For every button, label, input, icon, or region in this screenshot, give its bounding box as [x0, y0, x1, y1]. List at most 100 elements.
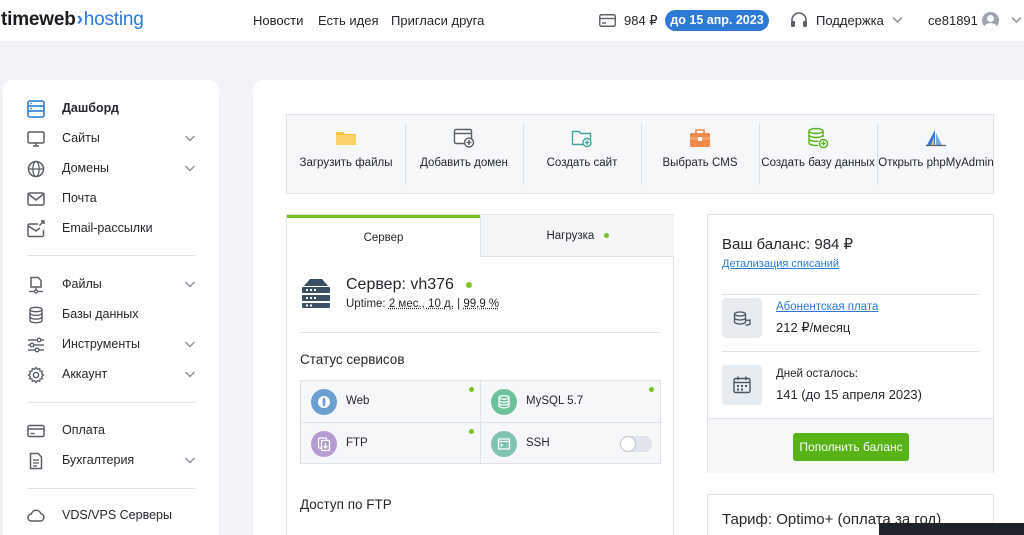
monitor-icon: [27, 131, 45, 147]
quick-actions-bar: Загрузить файлы Добавить домен Создать с…: [286, 114, 994, 194]
mail-send-icon: [27, 220, 45, 238]
dashboard-icon: [27, 100, 45, 118]
due-date-badge[interactable]: до 15 апр. 2023: [665, 10, 769, 31]
quick-action-label: Создать базу данных: [761, 157, 875, 169]
chevron-down-icon[interactable]: [184, 338, 196, 350]
balance-footer: Пополнить баланс: [708, 418, 993, 473]
sidebar-item-label: Бухгалтерия: [62, 453, 135, 467]
service-web[interactable]: Web: [301, 381, 481, 422]
days-left-value: 141 (до 15 апреля 2023): [776, 387, 922, 402]
nav-invite[interactable]: Пригласи друга: [391, 13, 484, 28]
status-dot: [603, 233, 609, 239]
balance-title: Ваш баланс: 984 ₽: [722, 236, 854, 253]
service-label: Web: [346, 395, 370, 407]
charges-details-link[interactable]: Детализация списаний: [722, 258, 839, 270]
service-ssh[interactable]: SSH: [481, 423, 661, 464]
sidebar-item-databases[interactable]: Базы данных: [3, 302, 219, 328]
sidebar-item-vds-vps[interactable]: VDS/VPS Серверы: [3, 503, 219, 529]
card-icon: [27, 424, 45, 438]
sidebar-item-email-campaigns[interactable]: Email-рассылки: [3, 216, 219, 242]
uptime-percent: 99,9 %: [463, 298, 500, 310]
uptime-value: 2 мес., 10 д.: [388, 298, 454, 310]
tab-load[interactable]: Нагрузка: [480, 215, 674, 257]
header-balance[interactable]: 984 ₽: [624, 13, 658, 29]
logo-part2: hosting: [83, 9, 144, 30]
sidebar-item-label: Почта: [62, 191, 97, 205]
coins-icon: [722, 298, 762, 338]
logo[interactable]: timeweb›hosting: [1, 9, 144, 31]
sidebar-item-payment[interactable]: Оплата: [3, 418, 219, 444]
nav-idea[interactable]: Есть идея: [318, 13, 378, 28]
ssh-toggle[interactable]: [620, 436, 652, 452]
sidebar: Дашборд Сайты Домены Почта Email-рассылк…: [3, 80, 219, 535]
sidebar-item-label: Аккаунт: [62, 367, 108, 381]
sidebar-divider: [27, 488, 195, 489]
service-ftp[interactable]: FTP: [301, 423, 481, 464]
tab-server[interactable]: Сервер: [287, 215, 480, 257]
top-up-balance-button[interactable]: Пополнить баланс: [793, 433, 909, 461]
chevron-down-icon[interactable]: [184, 278, 196, 290]
quick-action-create-database[interactable]: Создать базу данных: [759, 115, 877, 193]
user-login[interactable]: ce81891: [928, 13, 978, 28]
terminal-icon: [491, 431, 517, 457]
quick-action-choose-cms[interactable]: Выбрать CMS: [641, 115, 759, 193]
sidebar-item-mail[interactable]: Почта: [3, 186, 219, 212]
uptime-separator: |: [457, 298, 461, 310]
logo-part1: timeweb: [1, 9, 76, 30]
subscription-fee-link[interactable]: Абонентская плата: [776, 301, 878, 313]
support-chevron-down-icon[interactable]: [892, 16, 903, 24]
sidebar-divider: [27, 255, 195, 256]
chevron-down-icon[interactable]: [184, 162, 196, 174]
sliders-icon: [28, 337, 44, 353]
quick-action-create-site[interactable]: Создать сайт: [523, 115, 641, 193]
top-header: timeweb›hosting Новости Есть идея Пригла…: [0, 0, 1024, 41]
chevron-down-icon[interactable]: [184, 368, 196, 380]
status-dot: [466, 281, 473, 288]
services-grid: Web MySQL 5.7 FTP SSH: [300, 380, 661, 464]
gear-icon: [27, 366, 45, 384]
nav-news[interactable]: Новости: [253, 13, 303, 28]
sidebar-item-domains[interactable]: Домены: [3, 156, 219, 182]
globe-icon: [27, 160, 45, 178]
wallet-icon: [599, 14, 616, 27]
tab-load-label: Нагрузка: [546, 230, 595, 242]
add-domain-icon: [453, 128, 475, 148]
user-chevron-down-icon[interactable]: [1011, 16, 1022, 24]
service-mysql[interactable]: MySQL 5.7: [481, 381, 661, 422]
quick-action-label: Выбрать CMS: [662, 157, 738, 169]
web-icon: [311, 389, 337, 415]
sidebar-item-label: Сайты: [62, 131, 100, 145]
server-rack-icon: [302, 279, 330, 308]
sidebar-item-tools[interactable]: Инструменты: [3, 332, 219, 358]
support-menu[interactable]: Поддержка: [816, 13, 884, 28]
sidebar-item-account[interactable]: Аккаунт: [3, 362, 219, 388]
quick-action-upload-files[interactable]: Загрузить файлы: [287, 115, 405, 193]
sidebar-item-label: Домены: [62, 161, 109, 175]
chevron-down-icon[interactable]: [184, 454, 196, 466]
headset-icon: [791, 12, 807, 27]
sidebar-item-label: Инструменты: [62, 337, 140, 351]
add-folder-icon: [571, 130, 592, 148]
sidebar-item-sites[interactable]: Сайты: [3, 126, 219, 152]
divider: [722, 294, 980, 295]
quick-action-add-domain[interactable]: Добавить домен: [405, 115, 523, 193]
cloud-icon: [27, 509, 45, 522]
quick-action-open-phpmyadmin[interactable]: Открыть phpMyAdmin: [877, 115, 995, 193]
service-label: MySQL 5.7: [526, 395, 584, 407]
service-label: SSH: [526, 437, 550, 449]
balance-panel: Ваш баланс: 984 ₽ Детализация списаний А…: [707, 214, 994, 473]
uptime-label: Uptime:: [346, 298, 386, 310]
sidebar-item-label: Файлы: [62, 277, 102, 291]
database-icon: [491, 389, 517, 415]
avatar-icon[interactable]: [982, 12, 999, 29]
taskbar-fragment: [879, 523, 1024, 535]
sidebar-item-label: Email-рассылки: [62, 221, 153, 235]
sidebar-item-files[interactable]: Файлы: [3, 272, 219, 298]
chevron-down-icon[interactable]: [184, 132, 196, 144]
services-status-title: Статус сервисов: [300, 352, 405, 367]
calendar-icon: [722, 365, 762, 405]
sidebar-item-accounting[interactable]: Бухгалтерия: [3, 448, 219, 474]
sidebar-item-dashboard[interactable]: Дашборд: [3, 96, 219, 122]
server-title: Сервер: vh376: [346, 276, 473, 294]
server-title-text: Сервер: vh376: [346, 276, 454, 293]
